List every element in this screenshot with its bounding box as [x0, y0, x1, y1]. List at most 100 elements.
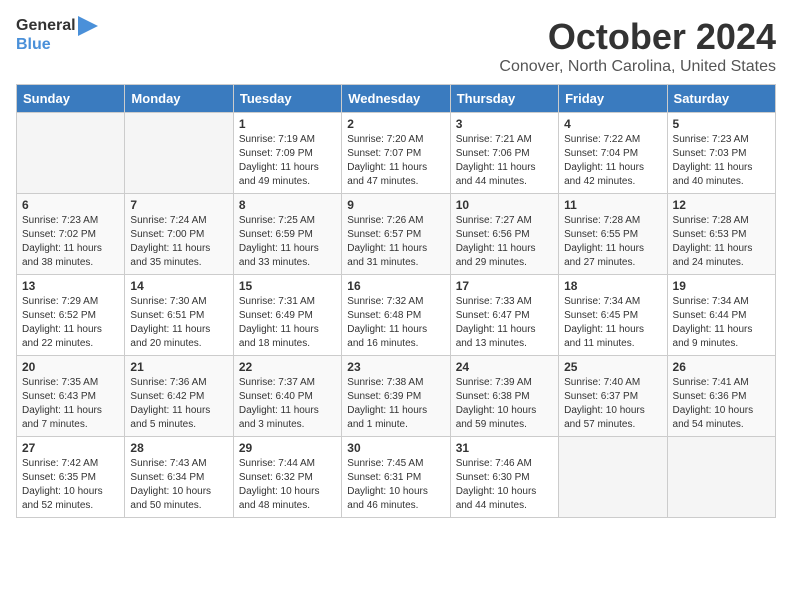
- cell-info: Sunrise: 7:34 AMSunset: 6:44 PMDaylight:…: [673, 296, 753, 349]
- day-header-saturday: Saturday: [667, 85, 775, 113]
- day-number: 25: [564, 360, 661, 374]
- calendar-week-1: 1 Sunrise: 7:19 AMSunset: 7:09 PMDayligh…: [17, 113, 776, 194]
- logo-arrow-icon: [78, 16, 98, 36]
- header-row: SundayMondayTuesdayWednesdayThursdayFrid…: [17, 85, 776, 113]
- day-number: 11: [564, 198, 661, 212]
- calendar-cell: 19 Sunrise: 7:34 AMSunset: 6:44 PMDaylig…: [667, 275, 775, 356]
- location-title: Conover, North Carolina, United States: [499, 58, 776, 76]
- cell-info: Sunrise: 7:33 AMSunset: 6:47 PMDaylight:…: [456, 296, 536, 349]
- cell-info: Sunrise: 7:20 AMSunset: 7:07 PMDaylight:…: [347, 134, 427, 187]
- calendar-cell: 21 Sunrise: 7:36 AMSunset: 6:42 PMDaylig…: [125, 356, 233, 437]
- day-number: 19: [673, 279, 770, 293]
- cell-info: Sunrise: 7:19 AMSunset: 7:09 PMDaylight:…: [239, 134, 319, 187]
- cell-info: Sunrise: 7:42 AMSunset: 6:35 PMDaylight:…: [22, 458, 103, 511]
- calendar-cell: 4 Sunrise: 7:22 AMSunset: 7:04 PMDayligh…: [559, 113, 667, 194]
- calendar-cell: [17, 113, 125, 194]
- day-number: 17: [456, 279, 553, 293]
- calendar-cell: 3 Sunrise: 7:21 AMSunset: 7:06 PMDayligh…: [450, 113, 558, 194]
- calendar-cell: 10 Sunrise: 7:27 AMSunset: 6:56 PMDaylig…: [450, 194, 558, 275]
- day-number: 18: [564, 279, 661, 293]
- cell-info: Sunrise: 7:28 AMSunset: 6:55 PMDaylight:…: [564, 215, 644, 268]
- cell-info: Sunrise: 7:35 AMSunset: 6:43 PMDaylight:…: [22, 377, 102, 430]
- day-header-monday: Monday: [125, 85, 233, 113]
- day-header-tuesday: Tuesday: [233, 85, 341, 113]
- month-title: October 2024: [499, 16, 776, 58]
- day-number: 28: [130, 441, 227, 455]
- calendar-cell: 18 Sunrise: 7:34 AMSunset: 6:45 PMDaylig…: [559, 275, 667, 356]
- calendar-cell: [125, 113, 233, 194]
- calendar-cell: 7 Sunrise: 7:24 AMSunset: 7:00 PMDayligh…: [125, 194, 233, 275]
- day-header-thursday: Thursday: [450, 85, 558, 113]
- cell-info: Sunrise: 7:32 AMSunset: 6:48 PMDaylight:…: [347, 296, 427, 349]
- day-number: 15: [239, 279, 336, 293]
- day-number: 8: [239, 198, 336, 212]
- calendar-cell: 1 Sunrise: 7:19 AMSunset: 7:09 PMDayligh…: [233, 113, 341, 194]
- cell-info: Sunrise: 7:29 AMSunset: 6:52 PMDaylight:…: [22, 296, 102, 349]
- calendar-cell: 17 Sunrise: 7:33 AMSunset: 6:47 PMDaylig…: [450, 275, 558, 356]
- calendar-cell: 30 Sunrise: 7:45 AMSunset: 6:31 PMDaylig…: [342, 437, 450, 518]
- calendar-cell: 11 Sunrise: 7:28 AMSunset: 6:55 PMDaylig…: [559, 194, 667, 275]
- day-number: 21: [130, 360, 227, 374]
- day-header-wednesday: Wednesday: [342, 85, 450, 113]
- day-number: 27: [22, 441, 119, 455]
- cell-info: Sunrise: 7:28 AMSunset: 6:53 PMDaylight:…: [673, 215, 753, 268]
- calendar-cell: 23 Sunrise: 7:38 AMSunset: 6:39 PMDaylig…: [342, 356, 450, 437]
- calendar-cell: 20 Sunrise: 7:35 AMSunset: 6:43 PMDaylig…: [17, 356, 125, 437]
- day-number: 23: [347, 360, 444, 374]
- day-number: 22: [239, 360, 336, 374]
- day-number: 3: [456, 117, 553, 131]
- day-number: 24: [456, 360, 553, 374]
- calendar-cell: 8 Sunrise: 7:25 AMSunset: 6:59 PMDayligh…: [233, 194, 341, 275]
- day-number: 20: [22, 360, 119, 374]
- day-number: 7: [130, 198, 227, 212]
- calendar-cell: 9 Sunrise: 7:26 AMSunset: 6:57 PMDayligh…: [342, 194, 450, 275]
- calendar-cell: [559, 437, 667, 518]
- calendar-cell: 25 Sunrise: 7:40 AMSunset: 6:37 PMDaylig…: [559, 356, 667, 437]
- day-header-friday: Friday: [559, 85, 667, 113]
- cell-info: Sunrise: 7:36 AMSunset: 6:42 PMDaylight:…: [130, 377, 210, 430]
- calendar-week-4: 20 Sunrise: 7:35 AMSunset: 6:43 PMDaylig…: [17, 356, 776, 437]
- day-number: 12: [673, 198, 770, 212]
- day-number: 2: [347, 117, 444, 131]
- calendar-cell: 6 Sunrise: 7:23 AMSunset: 7:02 PMDayligh…: [17, 194, 125, 275]
- day-number: 29: [239, 441, 336, 455]
- day-number: 9: [347, 198, 444, 212]
- day-number: 5: [673, 117, 770, 131]
- day-number: 31: [456, 441, 553, 455]
- cell-info: Sunrise: 7:39 AMSunset: 6:38 PMDaylight:…: [456, 377, 537, 430]
- day-number: 30: [347, 441, 444, 455]
- cell-info: Sunrise: 7:22 AMSunset: 7:04 PMDaylight:…: [564, 134, 644, 187]
- calendar-week-3: 13 Sunrise: 7:29 AMSunset: 6:52 PMDaylig…: [17, 275, 776, 356]
- calendar-week-5: 27 Sunrise: 7:42 AMSunset: 6:35 PMDaylig…: [17, 437, 776, 518]
- calendar-cell: 27 Sunrise: 7:42 AMSunset: 6:35 PMDaylig…: [17, 437, 125, 518]
- calendar-cell: 24 Sunrise: 7:39 AMSunset: 6:38 PMDaylig…: [450, 356, 558, 437]
- calendar-cell: 26 Sunrise: 7:41 AMSunset: 6:36 PMDaylig…: [667, 356, 775, 437]
- cell-info: Sunrise: 7:37 AMSunset: 6:40 PMDaylight:…: [239, 377, 319, 430]
- calendar-cell: 29 Sunrise: 7:44 AMSunset: 6:32 PMDaylig…: [233, 437, 341, 518]
- cell-info: Sunrise: 7:25 AMSunset: 6:59 PMDaylight:…: [239, 215, 319, 268]
- calendar-cell: 14 Sunrise: 7:30 AMSunset: 6:51 PMDaylig…: [125, 275, 233, 356]
- page-header: General Blue October 2024 Conover, North…: [16, 16, 776, 76]
- cell-info: Sunrise: 7:24 AMSunset: 7:00 PMDaylight:…: [130, 215, 210, 268]
- cell-info: Sunrise: 7:34 AMSunset: 6:45 PMDaylight:…: [564, 296, 644, 349]
- calendar-cell: 5 Sunrise: 7:23 AMSunset: 7:03 PMDayligh…: [667, 113, 775, 194]
- day-number: 10: [456, 198, 553, 212]
- calendar-cell: 28 Sunrise: 7:43 AMSunset: 6:34 PMDaylig…: [125, 437, 233, 518]
- calendar-cell: 31 Sunrise: 7:46 AMSunset: 6:30 PMDaylig…: [450, 437, 558, 518]
- cell-info: Sunrise: 7:27 AMSunset: 6:56 PMDaylight:…: [456, 215, 536, 268]
- day-number: 26: [673, 360, 770, 374]
- calendar-cell: 13 Sunrise: 7:29 AMSunset: 6:52 PMDaylig…: [17, 275, 125, 356]
- day-number: 1: [239, 117, 336, 131]
- cell-info: Sunrise: 7:38 AMSunset: 6:39 PMDaylight:…: [347, 377, 427, 430]
- cell-info: Sunrise: 7:23 AMSunset: 7:03 PMDaylight:…: [673, 134, 753, 187]
- calendar-cell: 2 Sunrise: 7:20 AMSunset: 7:07 PMDayligh…: [342, 113, 450, 194]
- day-number: 13: [22, 279, 119, 293]
- cell-info: Sunrise: 7:44 AMSunset: 6:32 PMDaylight:…: [239, 458, 320, 511]
- calendar-week-2: 6 Sunrise: 7:23 AMSunset: 7:02 PMDayligh…: [17, 194, 776, 275]
- cell-info: Sunrise: 7:46 AMSunset: 6:30 PMDaylight:…: [456, 458, 537, 511]
- calendar-cell: 16 Sunrise: 7:32 AMSunset: 6:48 PMDaylig…: [342, 275, 450, 356]
- cell-info: Sunrise: 7:41 AMSunset: 6:36 PMDaylight:…: [673, 377, 754, 430]
- cell-info: Sunrise: 7:23 AMSunset: 7:02 PMDaylight:…: [22, 215, 102, 268]
- cell-info: Sunrise: 7:45 AMSunset: 6:31 PMDaylight:…: [347, 458, 428, 511]
- day-number: 16: [347, 279, 444, 293]
